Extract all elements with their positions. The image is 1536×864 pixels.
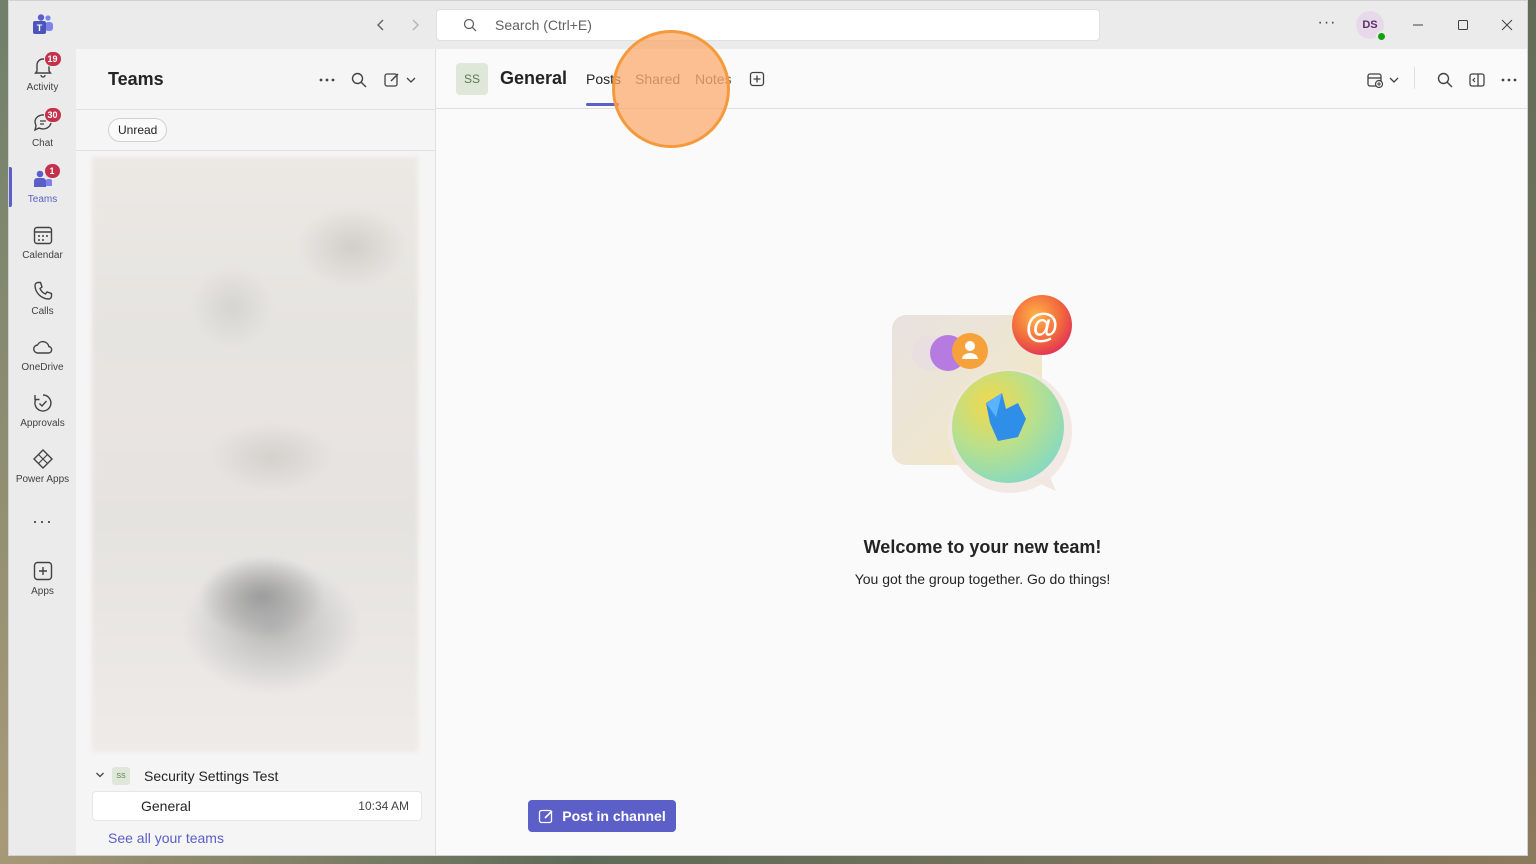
meet-now-icon[interactable]: [1364, 69, 1404, 91]
settings-more-icon[interactable]: ···: [1314, 13, 1340, 37]
activity-badge: 19: [43, 51, 62, 67]
power-apps-icon: [31, 447, 55, 471]
add-tab-icon[interactable]: [748, 70, 766, 88]
divider: [1414, 67, 1415, 89]
post-button-label: Post in channel: [562, 808, 666, 824]
tab-shared[interactable]: Shared: [635, 71, 680, 87]
channel-main: SS General Posts Shared Notes @ Welcome …: [436, 49, 1527, 855]
team-name: Security Settings Test: [144, 768, 279, 784]
rail-item-teams[interactable]: 1 Teams: [9, 161, 76, 213]
compose-icon: [539, 809, 553, 824]
chat-badge: 30: [43, 107, 62, 123]
channel-name: General: [141, 798, 191, 814]
tab-notes[interactable]: Notes: [695, 71, 732, 87]
unread-filter-chip[interactable]: Unread: [108, 118, 168, 142]
rail-label: Calls: [31, 306, 54, 317]
rail-label: Apps: [31, 586, 54, 597]
rail-label: Chat: [31, 138, 54, 149]
close-icon[interactable]: [1495, 13, 1519, 37]
divider: [76, 150, 435, 151]
post-in-channel-button[interactable]: Post in channel: [528, 800, 676, 832]
cloud-icon: [31, 335, 55, 359]
title-bar: T Search (Ctrl+E) ··· DS: [9, 1, 1527, 49]
search-input[interactable]: Search (Ctrl+E): [436, 9, 1100, 41]
rail-label: Power Apps: [15, 474, 70, 485]
channel-title: General: [500, 68, 568, 88]
search-icon[interactable]: [348, 69, 370, 91]
more-apps-icon[interactable]: ···: [9, 511, 76, 532]
rail-label: OneDrive: [21, 362, 64, 373]
teams-panel: Teams Unread SS Security Settings Test G…: [76, 49, 436, 855]
welcome-title: Welcome to your new team!: [863, 537, 1102, 557]
active-tab-indicator: [586, 103, 619, 106]
search-placeholder: Search (Ctrl+E): [495, 17, 592, 33]
teams-icon: 1: [31, 163, 61, 191]
app-rail: 19 Activity 30 Chat 1 Teams Calendar Cal…: [9, 49, 76, 855]
new-item-icon[interactable]: [381, 69, 421, 91]
rail-item-activity[interactable]: 19 Activity: [9, 49, 76, 101]
team-row[interactable]: SS Security Settings Test: [92, 765, 422, 787]
presence-available-icon: [1376, 31, 1387, 42]
back-arrow-icon[interactable]: [369, 13, 393, 37]
rail-label: Teams: [27, 194, 58, 205]
history-nav: [369, 13, 427, 37]
channel-avatar: SS: [456, 63, 488, 95]
teams-badge: 1: [43, 163, 61, 179]
see-all-teams-link[interactable]: See all your teams: [108, 830, 224, 846]
welcome-subtitle: You got the group together. Go do things…: [854, 571, 1111, 587]
maximize-icon[interactable]: [1451, 13, 1475, 37]
svg-text:T: T: [37, 23, 43, 33]
rail-label: Activity: [26, 82, 59, 93]
rail-item-chat[interactable]: 30 Chat: [9, 105, 76, 157]
rail-item-calendar[interactable]: Calendar: [9, 217, 76, 269]
add-app-icon: [31, 559, 55, 583]
rail-item-power-apps[interactable]: Power Apps: [9, 441, 76, 493]
blurred-team-list: [92, 157, 418, 752]
search-icon[interactable]: [1434, 69, 1456, 91]
search-icon: [463, 18, 477, 32]
rail-item-apps[interactable]: Apps: [9, 553, 76, 605]
channel-timestamp: 10:34 AM: [358, 799, 409, 813]
more-options-icon[interactable]: [316, 69, 338, 91]
welcome-illustration: @: [892, 295, 1072, 493]
channel-header: SS General Posts Shared Notes: [436, 49, 1527, 109]
rail-item-calls[interactable]: Calls: [9, 273, 76, 325]
teams-logo-icon[interactable]: T: [31, 13, 55, 37]
panel-title: Teams: [108, 69, 164, 89]
rail-item-approvals[interactable]: Approvals: [9, 385, 76, 437]
svg-text:@: @: [1025, 307, 1058, 345]
teams-window: T Search (Ctrl+E) ··· DS 19 Activity 30 …: [8, 0, 1528, 856]
team-avatar: SS: [112, 767, 130, 785]
profile-avatar[interactable]: DS: [1356, 11, 1387, 42]
divider: [76, 109, 435, 110]
channel-row-general[interactable]: General 10:34 AM: [92, 791, 422, 821]
minimize-icon[interactable]: [1406, 13, 1430, 37]
calendar-icon: [31, 223, 55, 247]
more-options-icon[interactable]: [1498, 69, 1520, 91]
forward-arrow-icon[interactable]: [403, 13, 427, 37]
chat-icon: 30: [31, 107, 62, 135]
avatar-initials: DS: [1362, 19, 1378, 31]
channel-info-panel-icon[interactable]: [1466, 69, 1488, 91]
bell-icon: 19: [31, 51, 62, 79]
rail-label: Calendar: [22, 250, 63, 261]
phone-icon: [31, 279, 55, 303]
approvals-icon: [31, 391, 55, 415]
rail-item-onedrive[interactable]: OneDrive: [9, 329, 76, 381]
chevron-down-icon[interactable]: [92, 770, 108, 783]
rail-label: Approvals: [20, 418, 65, 429]
tab-posts[interactable]: Posts: [586, 71, 621, 87]
